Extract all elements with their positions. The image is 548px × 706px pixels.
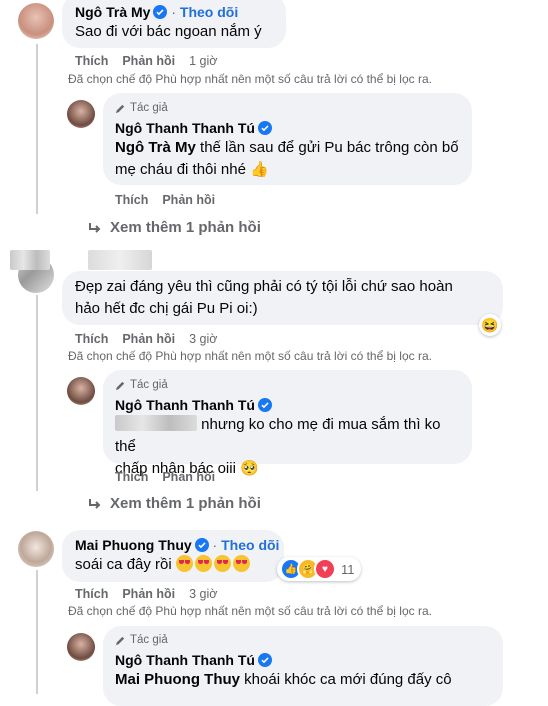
heart-eyes-emoji-icon [194, 555, 212, 572]
love-reaction-icon: ♥ [314, 558, 336, 580]
like-button[interactable]: Thích [75, 587, 108, 601]
comment-text-part: hảo hết đc chị gái Pu Pi oi:) [75, 300, 258, 317]
author-tag: Tác giả [115, 634, 168, 646]
author-tag: Tác giả [115, 102, 168, 114]
heart-eyes-emoji-icon [232, 555, 250, 572]
comment-text-part: soái ca đây rồi [75, 556, 172, 573]
pleading-face-emoji-icon: 🥺 [240, 460, 259, 477]
filter-note: Đã chọn chế độ Phù hợp nhất nên một số c… [68, 604, 432, 618]
replier-name-text[interactable]: Ngô Thanh Thanh Tú [115, 120, 255, 136]
comment-actions: Thích Phản hồi 3 giờ [75, 332, 217, 346]
reply-text-part: thế lần sau để gửi Pu bác trông còn bố [195, 139, 459, 156]
author-tag-label: Tác giả [130, 634, 168, 646]
heart-eyes-emoji-icon [213, 555, 231, 572]
mention-link[interactable]: Mai Phuong Thuy [115, 671, 240, 688]
author-tag-label: Tác giả [130, 102, 168, 114]
view-more-replies-label[interactable]: Xem thêm 1 phản hồi [110, 495, 261, 512]
comment-text: soái ca đây rồi [75, 554, 252, 576]
comment-actions: Thích Phản hồi 1 giờ [75, 54, 217, 68]
verified-badge-icon [257, 121, 272, 135]
filter-note: Đã chọn chế độ Phù hợp nhất nên một số c… [68, 72, 432, 86]
like-button[interactable]: Thích [115, 193, 148, 207]
pencil-icon [115, 636, 125, 645]
redacted-mention [115, 415, 197, 431]
replier-name-text[interactable]: Ngô Thanh Thanh Tú [115, 652, 255, 668]
commenter-name[interactable]: Ngô Trà My · Theo dõi [75, 4, 238, 20]
like-button[interactable]: Thích [75, 54, 108, 68]
thread-line [36, 44, 38, 214]
replier-name[interactable]: Ngô Thanh Thanh Tú [115, 120, 272, 136]
reply-actions: Thích Phản hồi [115, 193, 229, 207]
pencil-icon [115, 104, 125, 113]
follow-link[interactable]: Theo dõi [180, 4, 238, 20]
view-more-replies[interactable]: Xem thêm 1 phản hồi [88, 495, 261, 512]
avatar[interactable] [67, 377, 95, 405]
reply-button[interactable]: Phản hồi [122, 332, 175, 346]
verified-badge-icon [153, 5, 168, 19]
reply-actions: Thích Phản hồi [115, 470, 229, 484]
reply-button[interactable]: Phản hồi [122, 587, 175, 601]
thumbs-up-emoji-icon: 👍 [250, 161, 269, 178]
comment-text-part: Đẹp zai đáng yêu thì cũng phải có tý tội… [75, 278, 453, 295]
reply-arrow-icon [89, 498, 101, 509]
reply-text-part: khoái khóc ca mới đúng đấy cô [240, 671, 452, 688]
author-tag: Tác giả [115, 379, 168, 391]
reply-text: Ngô Trà My thế lần sau để gửi Pu bác trô… [115, 137, 465, 181]
thread-line [36, 295, 38, 491]
heart-eyes-emoji-icon [175, 555, 193, 572]
comment-actions: Thích Phản hồi 3 giờ [75, 587, 217, 601]
like-button[interactable]: Thích [115, 470, 148, 484]
reply-text-part: mẹ cháu đi thôi nhé [115, 161, 246, 178]
verified-badge-icon [257, 398, 272, 412]
reply-button[interactable]: Phản hồi [162, 470, 215, 484]
reaction-count: 11 [341, 561, 355, 577]
avatar[interactable] [18, 531, 54, 567]
filter-note: Đã chọn chế độ Phù hợp nhất nên một số c… [68, 349, 432, 363]
author-tag-label: Tác giả [130, 379, 168, 391]
pencil-icon [115, 381, 125, 390]
view-more-replies[interactable]: Xem thêm 1 phản hồi [88, 219, 261, 236]
avatar[interactable] [18, 3, 54, 39]
commenter-name[interactable]: Mai Phuong Thuy · Theo dõi [75, 537, 279, 553]
replier-name-text[interactable]: Ngô Thanh Thanh Tú [115, 397, 255, 413]
timestamp[interactable]: 3 giờ [189, 587, 217, 601]
timestamp[interactable]: 1 giờ [189, 54, 217, 68]
reply-arrow-icon [89, 222, 101, 233]
replier-name[interactable]: Ngô Thanh Thanh Tú [115, 652, 272, 668]
follow-link[interactable]: Theo dõi [221, 537, 279, 553]
verified-badge-icon [194, 538, 209, 552]
reply-text: Mai Phuong Thuy khoái khóc ca mới đúng đ… [115, 669, 495, 691]
commenter-name-text[interactable]: Ngô Trà My [75, 4, 150, 20]
thread-line [36, 570, 38, 694]
comment-text: Đẹp zai đáng yêu thì cũng phải có tý tội… [75, 276, 500, 320]
like-button[interactable]: Thích [75, 332, 108, 346]
avatar[interactable] [67, 633, 95, 661]
avatar[interactable] [67, 100, 95, 128]
comment-text: Sao đi với bác ngoan nắm ý [75, 23, 262, 40]
reply-button[interactable]: Phản hồi [162, 193, 215, 207]
reaction-summary[interactable]: 👍 🤗 ♥ 11 [277, 557, 361, 581]
timestamp[interactable]: 3 giờ [189, 332, 217, 346]
mention-link[interactable]: Ngô Trà My [115, 139, 196, 156]
view-more-replies-label[interactable]: Xem thêm 1 phản hồi [110, 219, 261, 236]
reply-button[interactable]: Phản hồi [122, 54, 175, 68]
reaction-laugh-icon[interactable]: 😆 [479, 314, 501, 336]
verified-badge-icon [257, 653, 272, 667]
replier-name[interactable]: Ngô Thanh Thanh Tú [115, 397, 272, 413]
commenter-name-text[interactable]: Mai Phuong Thuy [75, 537, 192, 553]
